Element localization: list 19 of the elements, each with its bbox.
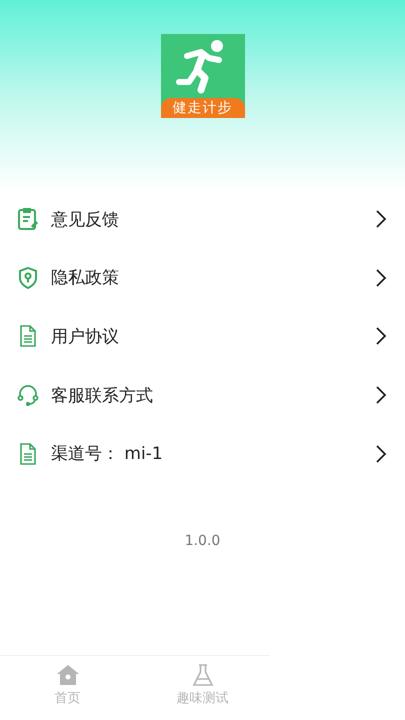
menu-item[interactable]: 客服联系方式 [0, 366, 405, 424]
chevron-right-icon [375, 268, 387, 288]
menu-item[interactable]: 渠道号： mi-1 [0, 424, 405, 483]
chevron-right-icon [375, 385, 387, 406]
chevron-right-icon [375, 444, 387, 464]
flask-icon [190, 664, 214, 686]
headset-icon [17, 383, 39, 408]
document-icon [17, 324, 39, 348]
chevron-right-icon [375, 326, 387, 346]
clipboard-icon [17, 207, 39, 232]
chevron-right-icon [375, 209, 387, 230]
home-icon [56, 664, 80, 686]
document-icon [17, 442, 39, 466]
menu-item[interactable]: 意见反馈 [0, 190, 405, 249]
version-text: 1.0.0 [184, 532, 220, 549]
shield-icon [17, 266, 39, 290]
menu-item[interactable]: 隐私政策 [0, 248, 405, 308]
logo-text: 健走计步 [172, 101, 232, 115]
menu-item[interactable]: 用户协议 [0, 307, 405, 366]
